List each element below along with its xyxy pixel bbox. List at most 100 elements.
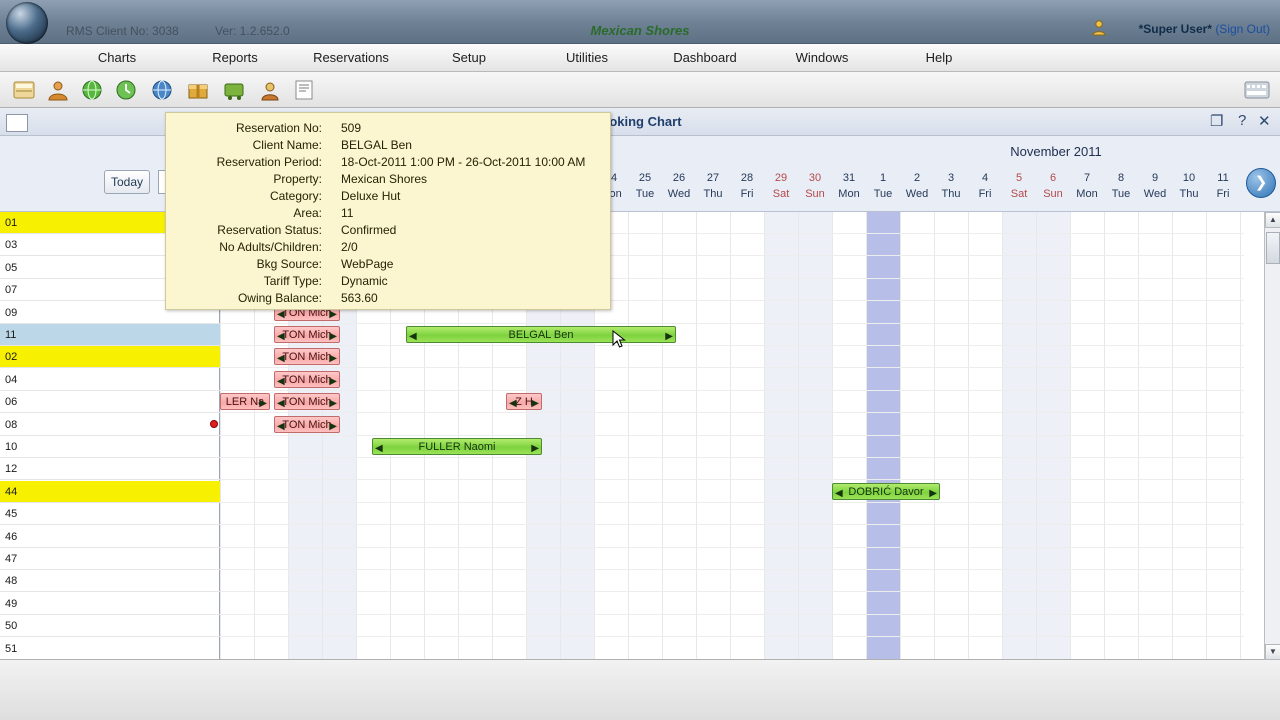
extend-left-arrow-icon[interactable]: ◀ [509,396,517,409]
booking-bar[interactable]: ◀ FULLER Naomi ▶ [372,438,542,455]
extend-right-arrow-icon[interactable]: ▶ [329,419,337,432]
grid-row[interactable] [220,391,1244,414]
day-header-tue-1[interactable]: 1 Tue [866,170,900,206]
room-row-label[interactable]: 45 [0,503,220,526]
grid-row[interactable] [220,526,1244,548]
room-row-label[interactable]: 49 [0,593,220,615]
room-row-label[interactable]: 44 [0,480,220,503]
room-row-label[interactable]: 12 [0,458,220,481]
day-header-fri-11[interactable]: 11 Fri [1206,170,1240,206]
day-header-sat-29[interactable]: 29 Sat [764,170,798,206]
day-header-sun-6[interactable]: 6 Sun [1036,170,1070,206]
extend-right-arrow-icon[interactable]: ▶ [259,396,267,409]
room-row-label[interactable]: 10 [0,436,220,458]
day-header-tue-25[interactable]: 25 Tue [628,170,662,206]
clock-green-icon[interactable] [114,78,138,102]
globe-blue-icon[interactable] [150,78,174,102]
keyboard-icon[interactable] [1244,80,1270,100]
restore-window-icon[interactable]: ❐ [1210,112,1223,130]
menu-item-reservations[interactable]: Reservations [295,44,407,72]
menu-item-reports[interactable]: Reports [196,44,274,72]
scroll-down-arrow-icon[interactable]: ▼ [1265,644,1280,660]
extend-left-arrow-icon[interactable]: ◀ [277,351,285,364]
booking-bar[interactable]: ◀ BELGAL Ben ▶ [406,326,676,343]
day-header-wed-2[interactable]: 2 Wed [900,170,934,206]
vertical-scrollbar[interactable]: ▲ ▼ [1264,212,1280,660]
booking-bar[interactable]: ◀ TON Mich ▶ [274,370,340,388]
room-row-label[interactable]: 04 [0,369,220,391]
room-row-label[interactable]: 08 [0,414,220,436]
room-row-label[interactable]: 02 [0,346,220,369]
room-row-label[interactable]: 48 [0,570,220,593]
globe-green-icon[interactable] [80,78,104,102]
menu-item-windows[interactable]: Windows [782,44,862,72]
package-icon[interactable] [186,78,210,102]
grid-row[interactable] [220,548,1244,570]
day-header-thu-27[interactable]: 27 Thu [696,170,730,206]
extend-right-arrow-icon[interactable]: ▶ [665,329,673,342]
day-header-mon-7[interactable]: 7 Mon [1070,170,1104,206]
menu-item-dashboard[interactable]: Dashboard [660,44,750,72]
grid-row[interactable] [220,481,1244,503]
close-icon[interactable]: ✕ [1258,112,1271,130]
booking-bar[interactable]: ◀ TON Mich ▶ [274,415,340,433]
extend-left-arrow-icon[interactable]: ◀ [835,486,843,499]
grid-row[interactable] [220,414,1244,436]
extend-right-arrow-icon[interactable]: ▶ [329,351,337,364]
grid-row[interactable] [220,615,1244,638]
extend-right-arrow-icon[interactable]: ▶ [329,374,337,387]
extend-right-arrow-icon[interactable]: ▶ [531,396,539,409]
day-header-thu-10[interactable]: 10 Thu [1172,170,1206,206]
menu-item-setup[interactable]: Setup [430,44,508,72]
room-row-label[interactable]: 51 [0,638,220,659]
extend-left-arrow-icon[interactable]: ◀ [409,329,417,342]
room-row-label[interactable]: 46 [0,526,220,548]
extend-right-arrow-icon[interactable]: ▶ [329,329,337,342]
booking-bar[interactable]: ◀ TON Mich ▶ [274,326,340,343]
booking-bar[interactable]: ◀ TON Mich ▶ [274,348,340,366]
day-header-fri-28[interactable]: 28 Fri [730,170,764,206]
booking-bar[interactable]: LER Na ▶ [220,393,270,411]
grid-row[interactable] [220,369,1244,391]
alert-dot-icon[interactable] [210,419,218,428]
day-header-mon-31[interactable]: 31 Mon [832,170,866,206]
grid-row[interactable] [220,346,1244,369]
grid-row[interactable] [220,593,1244,615]
grid-row[interactable] [220,503,1244,526]
day-header-sun-30[interactable]: 30 Sun [798,170,832,206]
day-header-sat-5[interactable]: 5 Sat [1002,170,1036,206]
menu-item-charts[interactable]: Charts [78,44,156,72]
grid-row[interactable] [220,638,1244,659]
day-header-wed-26[interactable]: 26 Wed [662,170,696,206]
next-period-button[interactable]: ❯ [1246,168,1276,198]
extend-right-arrow-icon[interactable]: ▶ [929,486,937,499]
day-header-wed-9[interactable]: 9 Wed [1138,170,1172,206]
notes-icon[interactable] [12,78,36,102]
extend-left-arrow-icon[interactable]: ◀ [277,419,285,432]
room-row-label[interactable]: 47 [0,548,220,570]
day-header-fri-4[interactable]: 4 Fri [968,170,1002,206]
booking-bar[interactable]: ◀ DOBRIĆ Davor ▶ [832,482,940,500]
menu-item-utilities[interactable]: Utilities [548,44,626,72]
grid-row[interactable] [220,324,1244,346]
room-row-label[interactable]: 11 [0,324,220,346]
contact-icon[interactable] [258,78,282,102]
extend-right-arrow-icon[interactable]: ▶ [329,396,337,409]
extend-left-arrow-icon[interactable]: ◀ [277,374,285,387]
grid-row[interactable] [220,458,1244,481]
scroll-up-arrow-icon[interactable]: ▲ [1265,212,1280,228]
scrollbar-thumb[interactable] [1266,232,1280,264]
help-icon[interactable]: ? [1238,112,1246,129]
extend-left-arrow-icon[interactable]: ◀ [277,329,285,342]
user-area[interactable]: *Super User* (Sign Out) [1139,22,1270,36]
extend-left-arrow-icon[interactable]: ◀ [277,396,285,409]
extend-right-arrow-icon[interactable]: ▶ [531,441,539,454]
room-row-label[interactable]: 06 [0,391,220,414]
menu-item-help[interactable]: Help [903,44,975,72]
extend-left-arrow-icon[interactable]: ◀ [375,441,383,454]
room-row-label[interactable]: 50 [0,615,220,638]
day-header-tue-8[interactable]: 8 Tue [1104,170,1138,206]
report-icon[interactable] [292,78,316,102]
booking-bar[interactable]: ◀ Z H ▶ [506,393,542,411]
guest-icon[interactable] [46,78,70,102]
